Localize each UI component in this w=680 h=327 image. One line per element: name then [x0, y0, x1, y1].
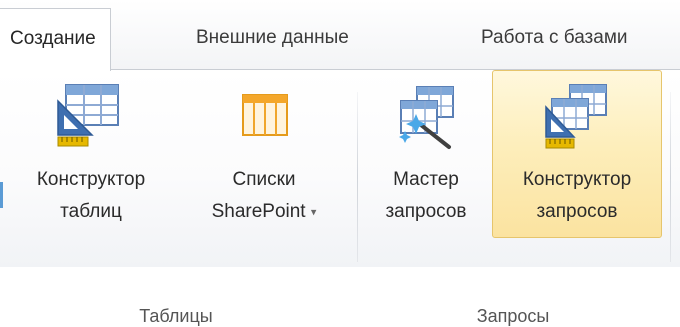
query-designer-label-line2: запросов: [536, 201, 618, 222]
query-wizard-label-line1: Мастер: [393, 169, 459, 190]
sharepoint-list-icon: [242, 94, 288, 136]
query-designer-label-line1: Конструктор: [522, 169, 632, 190]
sharepoint-lists-label-line1: Списки: [232, 169, 296, 190]
group-label-queries: Запросы: [476, 306, 550, 326]
tab-database-tools[interactable]: Работа с базами: [481, 18, 628, 58]
group-separator-right: [670, 92, 671, 262]
sharepoint-lists-button[interactable]: Списки SharePoint ▾: [180, 70, 348, 238]
table-designer-label-line2: таблиц: [60, 201, 122, 222]
query-wizard-label-line2: запросов: [385, 201, 467, 222]
table-designer-button[interactable]: Конструктор таблиц: [4, 70, 178, 238]
query-wizard-icon: [399, 86, 454, 149]
query-designer-icon: [545, 84, 607, 149]
query-designer-button[interactable]: Конструктор запросов: [492, 70, 662, 238]
tab-external-data[interactable]: Внешние данные: [196, 18, 349, 58]
ribbon-panel: Конструктор таблиц Списки SharePoint ▾ Т…: [0, 70, 680, 326]
table-designer-icon: [57, 84, 119, 147]
group-label-tables: Таблицы: [139, 306, 213, 326]
panel-edge-marker: [0, 182, 3, 208]
sharepoint-lists-label-line2: SharePoint ▾: [211, 201, 317, 222]
tab-create[interactable]: Создание: [0, 8, 111, 71]
group-separator: [357, 92, 358, 262]
table-designer-label-line1: Конструктор: [36, 169, 146, 190]
query-wizard-button[interactable]: Мастер запросов: [364, 70, 488, 238]
chevron-down-icon[interactable]: ▾: [311, 206, 317, 218]
ribbon-tab-bar: Создание Внешние данные Работа с базами: [0, 0, 680, 71]
